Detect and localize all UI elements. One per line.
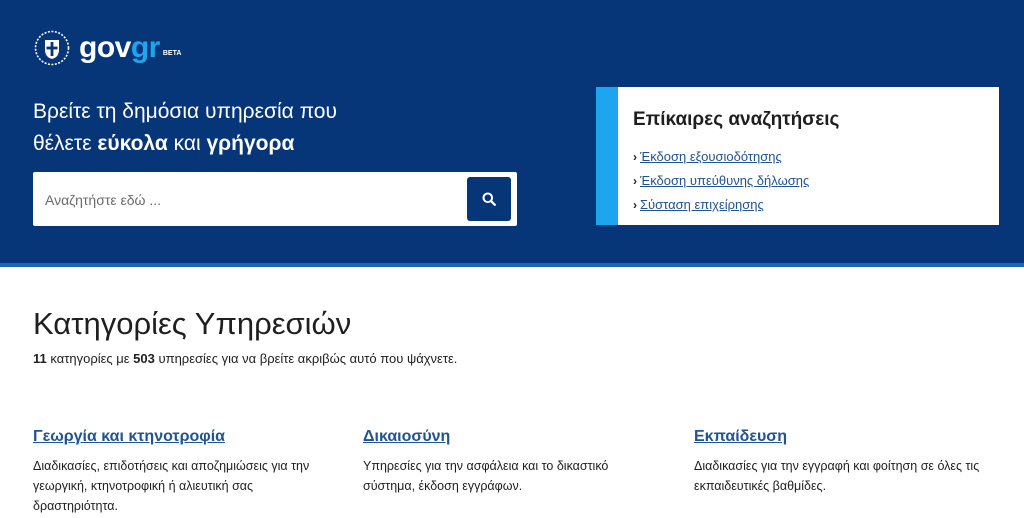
chevron-right-icon: › [633, 198, 637, 212]
trending-title: Επίκαιρες αναζητήσεις [633, 109, 840, 130]
category-link-education[interactable]: Εκπαίδευση [694, 426, 994, 448]
search-input[interactable] [43, 184, 457, 216]
category-description: Υπηρεσίες για την ασφάλεια και το δικαστ… [363, 459, 609, 493]
hero-title-bold-b: γρήγορα [206, 132, 295, 155]
categories-count: 11 [33, 351, 47, 366]
category-link-justice[interactable]: Δικαιοσύνη [363, 426, 663, 448]
trending-list: › Έκδοση εξουσιοδότησης › Έκδοση υπεύθυνης… [633, 145, 809, 217]
services-count: 503 [133, 351, 155, 366]
trending-item: › Σύσταση επιχείρησης [633, 193, 809, 217]
trending-item: › Έκδοση υπεύθυνης δήλωσης [633, 169, 809, 193]
hero-title-line1: Βρείτε τη δημόσια υπηρεσία που [33, 100, 337, 123]
hero-title-text-c: και [167, 132, 207, 155]
wordmark-gr: gr [130, 31, 161, 64]
trending-item: › Έκδοση εξουσιοδότησης [633, 145, 809, 169]
categories-summary-text-a: κατηγορίες με [46, 351, 134, 366]
categories-summary-text-b: υπηρεσίες για να βρείτε ακριβώς αυτό που… [154, 351, 458, 366]
categories-title: Κατηγορίες Υπηρεσιών [33, 306, 352, 341]
hero-title-line2: θέλετε εύκολα και γρήγορα [33, 128, 337, 160]
chevron-right-icon: › [633, 150, 637, 164]
greek-coat-of-arms-icon [34, 30, 70, 66]
category-link-agriculture[interactable]: Γεωργία και κτηνοτροφία [33, 426, 333, 448]
category-description: Διαδικασίες, επιδοτήσεις και αποζημιώσει… [33, 459, 310, 513]
search-box [33, 172, 517, 226]
hero-title-bold-a: εύκολα [97, 132, 168, 155]
trending-accent-bar [596, 87, 618, 225]
category-card: Δικαιοσύνη Υπηρεσίες για την ασφάλεια κα… [363, 426, 663, 496]
categories-summary: 11 κατηγορίες με 503 υπηρεσίες για να βρ… [33, 351, 457, 366]
category-description: Διαδικασίες για την εγγραφή και φοίτηση … [694, 459, 980, 493]
govgr-wordmark: govgr [79, 30, 160, 66]
hero-bottom-stripe [0, 263, 1024, 267]
hero-header: govgr BETA Βρείτε τη δημόσια υπηρεσία πο… [0, 0, 1024, 263]
trending-searches-panel: Επίκαιρες αναζητήσεις › Έκδοση εξουσιοδότ… [596, 87, 999, 225]
trending-link-business-setup[interactable]: Σύσταση επιχείρησης [640, 197, 764, 212]
search-icon [482, 192, 496, 206]
trending-link-solemn-declaration[interactable]: Έκδοση υπεύθυνης δήλωσης [640, 173, 809, 188]
trending-link-authorization[interactable]: Έκδοση εξουσιοδότησης [640, 149, 782, 164]
hero-title: Βρείτε τη δημόσια υπηρεσία που θέλετε εύ… [33, 96, 337, 160]
search-button[interactable] [467, 177, 511, 221]
hero-title-text-a: θέλετε [33, 132, 98, 155]
govgr-logo[interactable]: govgr BETA [34, 30, 181, 66]
category-card: Γεωργία και κτηνοτροφία Διαδικασίες, επι… [33, 426, 333, 516]
category-card: Εκπαίδευση Διαδικασίες για την εγγραφή κ… [694, 426, 994, 496]
chevron-right-icon: › [633, 174, 637, 188]
beta-badge: BETA [162, 50, 182, 57]
wordmark-gov: gov [79, 31, 131, 64]
